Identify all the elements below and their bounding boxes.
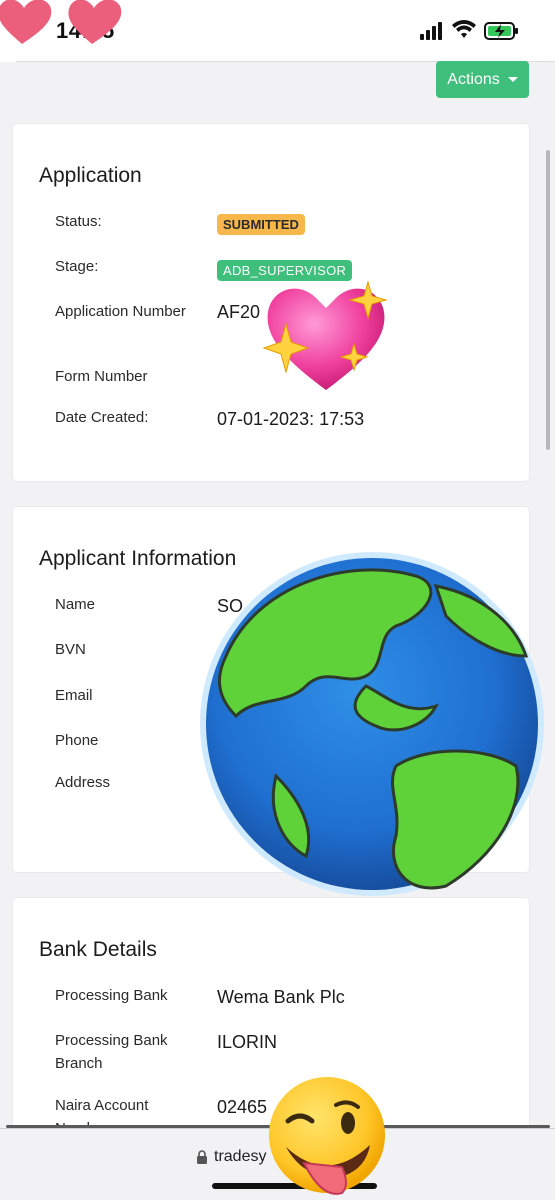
sparkling-heart-sticker-icon xyxy=(262,280,388,390)
processing-branch-value: ILORIN xyxy=(217,1032,278,1052)
cellular-signal-icon xyxy=(420,22,442,40)
url-display[interactable]: tradesy xyxy=(196,1148,266,1166)
winking-tongue-emoji-sticker-icon xyxy=(269,1077,385,1195)
page-scrollbar[interactable] xyxy=(546,150,550,450)
status-bar: 14:05 xyxy=(0,0,555,62)
naira-account-value: 02465 xyxy=(217,1097,268,1117)
name-label: Name xyxy=(55,596,96,613)
processing-bank-label: Processing Bank xyxy=(55,987,168,1004)
date-created-value: 07-01-2023: 17:53 xyxy=(217,409,365,429)
processing-branch-label: Processing Bank Branch xyxy=(55,1032,168,1072)
bvn-label: BVN xyxy=(55,641,86,658)
globe-americas-sticker-icon xyxy=(200,552,544,896)
battery-charging-icon xyxy=(484,22,518,40)
status-label: Status: xyxy=(55,213,102,230)
actions-dropdown-button[interactable]: Actions xyxy=(436,61,529,98)
status-badge: SUBMITTED xyxy=(217,214,305,235)
wifi-icon xyxy=(452,20,476,38)
application-number-value: AF20 xyxy=(217,302,261,322)
address-label: Address xyxy=(55,774,111,791)
bank-title: Bank Details xyxy=(39,938,157,961)
application-title: Application xyxy=(39,164,142,187)
processing-bank-value: Wema Bank Plc xyxy=(217,987,345,1007)
application-number-label: Application Number xyxy=(55,303,186,320)
form-number-label: Form Number xyxy=(55,368,148,385)
stage-label: Stage: xyxy=(55,258,99,275)
phone-label: Phone xyxy=(55,732,99,749)
url-text: tradesy xyxy=(214,1148,267,1165)
hearts-sticker-icon xyxy=(0,0,122,44)
actions-label: Actions xyxy=(447,70,500,88)
caret-down-icon xyxy=(507,77,518,82)
email-label: Email xyxy=(55,687,93,704)
date-created-label: Date Created: xyxy=(55,409,149,426)
lock-icon xyxy=(197,1150,207,1164)
